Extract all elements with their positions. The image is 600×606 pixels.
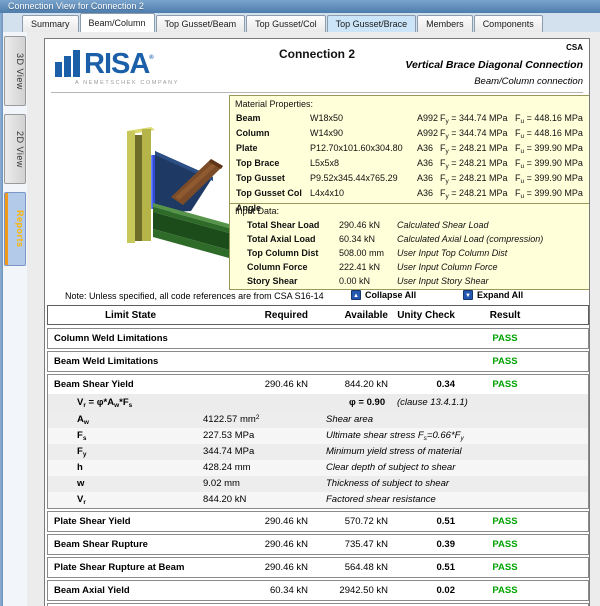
detail-row-h: h 428.24 mm Clear depth of subject to sh…: [48, 460, 588, 476]
expand-all-icon: ▼: [463, 290, 473, 300]
note-bar: Note: Unless specified, all code referen…: [45, 290, 589, 304]
material-row-top-brace: Top Brace L5x5x8 A36 Fy = 248.21 MPa Fu …: [236, 158, 583, 170]
tab-summary[interactable]: Summary: [22, 15, 79, 32]
design-code-label: CSA: [566, 43, 583, 52]
table-row-plate-shear-rupture-at-beam[interactable]: Plate Shear Rupture at Beam 290.46 kN 56…: [47, 557, 589, 578]
tab-beam-column[interactable]: Beam/Column: [79, 13, 155, 32]
detail-row-aw: Aw 4122.57 mm2 Shear area: [48, 412, 588, 428]
table-row-beam-axial-yield[interactable]: Beam Axial Yield 60.34 kN 2942.50 kN 0.0…: [47, 580, 589, 601]
tab-top-gusset-col[interactable]: Top Gusset/Col: [246, 15, 326, 32]
collapse-all-button[interactable]: ▲ Collapse All: [351, 290, 416, 300]
side-tab-rail: 3D View 2D View Reports: [3, 32, 27, 606]
table-row-plate-shear-yield[interactable]: Plate Shear Yield 290.46 kN 570.72 kN 0.…: [47, 511, 589, 532]
connection-3d-image: [127, 127, 234, 258]
material-properties-label: Material Properties:: [235, 99, 314, 109]
connection-sub-subtitle: Beam/Column connection: [474, 76, 583, 87]
window-titlebar: Connection View for Connection 2: [0, 0, 600, 13]
top-tab-bar: Summary Beam/Column Top Gusset/Beam Top …: [3, 13, 600, 32]
header-divider: [51, 92, 583, 93]
detail-row-w: w 9.02 mm Thickness of subject to shear: [48, 476, 588, 492]
status-badge: PASS: [492, 379, 518, 390]
material-row-column: Column W14x90 A992 Fy = 344.74 MPa Fu = …: [236, 128, 583, 140]
status-badge: PASS: [492, 333, 518, 344]
status-badge: PASS: [492, 356, 518, 367]
detail-row-fs: Fs 227.53 MPa Ultimate shear stress Fs=0…: [48, 428, 588, 444]
connection-type-subtitle: Vertical Brace Diagonal Connection: [405, 59, 583, 71]
collapse-all-label: Collapse All: [365, 290, 417, 300]
table-row-beam-weld-limitations[interactable]: Beam Weld Limitations PASS: [47, 351, 589, 372]
tab-components[interactable]: Components: [473, 15, 543, 32]
report-page: RISA® A NEMETSCHEK COMPANY Connection 2 …: [44, 38, 590, 606]
detail-row-fy: Fy 344.74 MPa Minimum yield stress of ma…: [48, 444, 588, 460]
table-row-beam-shear-rupture[interactable]: Beam Shear Rupture 290.46 kN 735.47 kN 0…: [47, 534, 589, 555]
material-row-beam: Beam W18x50 A992 Fy = 344.74 MPa Fu = 44…: [236, 113, 583, 125]
status-badge: PASS: [492, 585, 518, 596]
side-tab-2d-view[interactable]: 2D View: [4, 114, 26, 184]
status-badge: PASS: [492, 516, 518, 527]
expand-all-label: Expand All: [477, 290, 524, 300]
detail-row-vr: Vr 844.20 kN Factored shear resistance: [48, 492, 588, 508]
tab-members[interactable]: Members: [417, 15, 473, 32]
tab-top-gusset-brace[interactable]: Top Gusset/Brace: [326, 15, 417, 32]
input-row-total-axial-load: Total Axial Load 60.34 kN Calculated Axi…: [247, 234, 544, 244]
expand-all-button[interactable]: ▼ Expand All: [463, 290, 523, 300]
table-row-beam-shear-yield[interactable]: Beam Shear Yield 290.46 kN 844.20 kN 0.3…: [47, 374, 589, 509]
input-row-story-shear: Story Shear 0.00 kN User Input Story She…: [247, 276, 489, 286]
side-tab-3d-view[interactable]: 3D View: [4, 36, 26, 106]
table-row-column-weld-limitations[interactable]: Column Weld Limitations PASS: [47, 328, 589, 349]
properties-panel: Material Properties: Beam W18x50 A992 Fy…: [229, 95, 589, 290]
input-row-column-force: Column Force 222.41 kN User Input Column…: [247, 262, 498, 272]
side-tab-reports[interactable]: Reports: [4, 192, 26, 266]
detail-formula-row: Vr = φ*Aw*Fs φ = 0.90 (clause 13.4.1.1): [48, 394, 588, 412]
limit-state-table: Limit State Required Available Unity Che…: [47, 305, 589, 606]
material-row-top-gusset-col-angle: Top Gusset Col Angle L4x4x10 A36 Fy = 24…: [236, 188, 583, 213]
material-row-top-gusset: Top Gusset P9.52x345.44x765.29 A36 Fy = …: [236, 173, 583, 185]
window-title: Connection View for Connection 2: [8, 1, 144, 11]
app-window: Connection View for Connection 2 Summary…: [0, 0, 600, 606]
code-reference-note: Note: Unless specified, all code referen…: [65, 291, 324, 301]
input-row-top-column-dist: Top Column Dist 508.00 mm User Input Top…: [247, 248, 508, 258]
material-row-plate: Plate P12.70x101.60x304.80 A36 Fy = 248.…: [236, 143, 583, 155]
input-row-total-shear-load: Total Shear Load 290.46 kN Calculated Sh…: [247, 220, 489, 230]
status-badge: PASS: [492, 562, 518, 573]
tab-top-gusset-beam[interactable]: Top Gusset/Beam: [155, 15, 246, 32]
collapse-all-icon: ▲: [351, 290, 361, 300]
status-badge: PASS: [492, 539, 518, 550]
beam-shear-yield-detail: Vr = φ*Aw*Fs φ = 0.90 (clause 13.4.1.1) …: [48, 394, 588, 508]
risa-logo-subtitle: A NEMETSCHEK COMPANY: [75, 80, 180, 86]
table-header: Limit State Required Available Unity Che…: [47, 305, 589, 325]
